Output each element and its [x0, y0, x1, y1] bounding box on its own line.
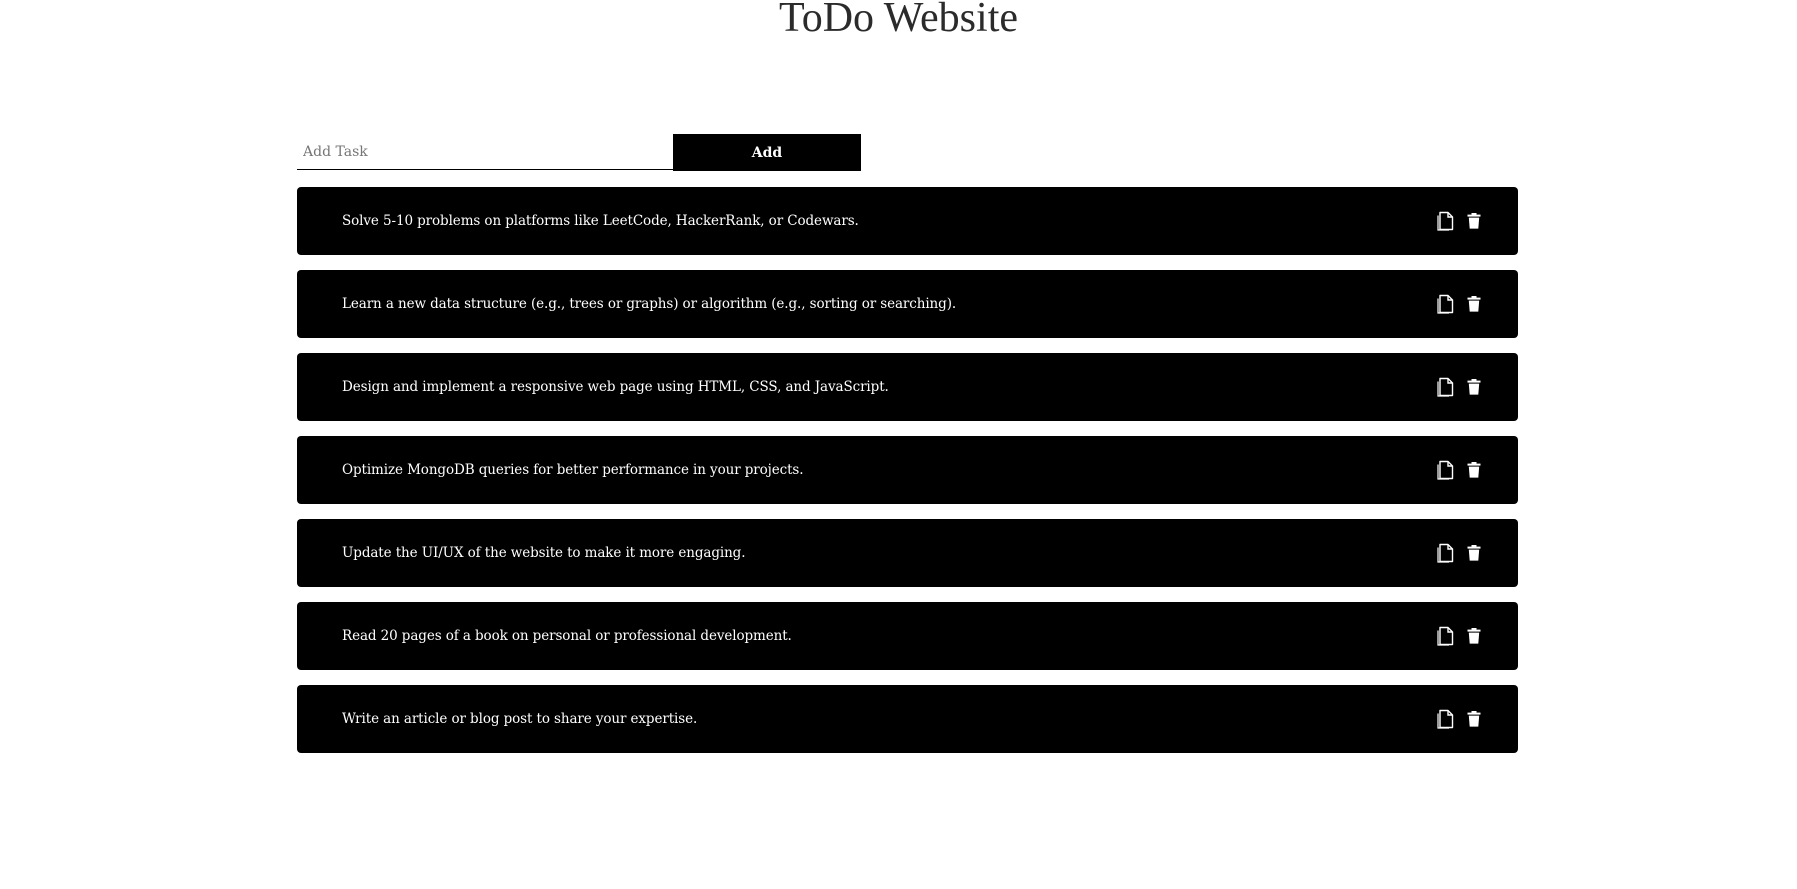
add-task-input[interactable] [297, 134, 673, 170]
edit-icon[interactable] [1436, 211, 1456, 231]
task-actions [1436, 626, 1484, 646]
add-button[interactable]: Add [673, 134, 861, 171]
task-actions [1436, 294, 1484, 314]
trash-icon[interactable] [1464, 211, 1484, 231]
trash-icon[interactable] [1464, 377, 1484, 397]
edit-icon[interactable] [1436, 709, 1456, 729]
todo-page: ToDo Website Add Solve 5-10 problems on … [0, 0, 1797, 889]
trash-icon[interactable] [1464, 543, 1484, 563]
page-title: ToDo Website [778, 0, 1019, 41]
task-text: Design and implement a responsive web pa… [342, 379, 889, 395]
task-item: Read 20 pages of a book on personal or p… [297, 602, 1518, 670]
task-actions [1436, 460, 1484, 480]
task-text: Write an article or blog post to share y… [342, 711, 698, 727]
edit-icon[interactable] [1436, 543, 1456, 563]
trash-icon[interactable] [1464, 294, 1484, 314]
task-text: Learn a new data structure (e.g., trees … [342, 296, 957, 312]
trash-icon[interactable] [1464, 460, 1484, 480]
task-text: Solve 5-10 problems on platforms like Le… [342, 213, 859, 229]
task-list: Solve 5-10 problems on platforms like Le… [297, 187, 1518, 768]
task-item: Design and implement a responsive web pa… [297, 353, 1518, 421]
edit-icon[interactable] [1436, 294, 1456, 314]
add-task-form: Add [297, 134, 861, 171]
task-item: Optimize MongoDB queries for better perf… [297, 436, 1518, 504]
edit-icon[interactable] [1436, 626, 1456, 646]
task-item: Write an article or blog post to share y… [297, 685, 1518, 753]
task-text: Update the UI/UX of the website to make … [342, 545, 746, 561]
task-actions [1436, 543, 1484, 563]
task-actions [1436, 211, 1484, 231]
task-item: Solve 5-10 problems on platforms like Le… [297, 187, 1518, 255]
trash-icon[interactable] [1464, 709, 1484, 729]
task-item: Update the UI/UX of the website to make … [297, 519, 1518, 587]
task-text: Optimize MongoDB queries for better perf… [342, 462, 804, 478]
task-actions [1436, 709, 1484, 729]
trash-icon[interactable] [1464, 626, 1484, 646]
task-text: Read 20 pages of a book on personal or p… [342, 628, 792, 644]
task-actions [1436, 377, 1484, 397]
task-item: Learn a new data structure (e.g., trees … [297, 270, 1518, 338]
edit-icon[interactable] [1436, 460, 1456, 480]
edit-icon[interactable] [1436, 377, 1456, 397]
